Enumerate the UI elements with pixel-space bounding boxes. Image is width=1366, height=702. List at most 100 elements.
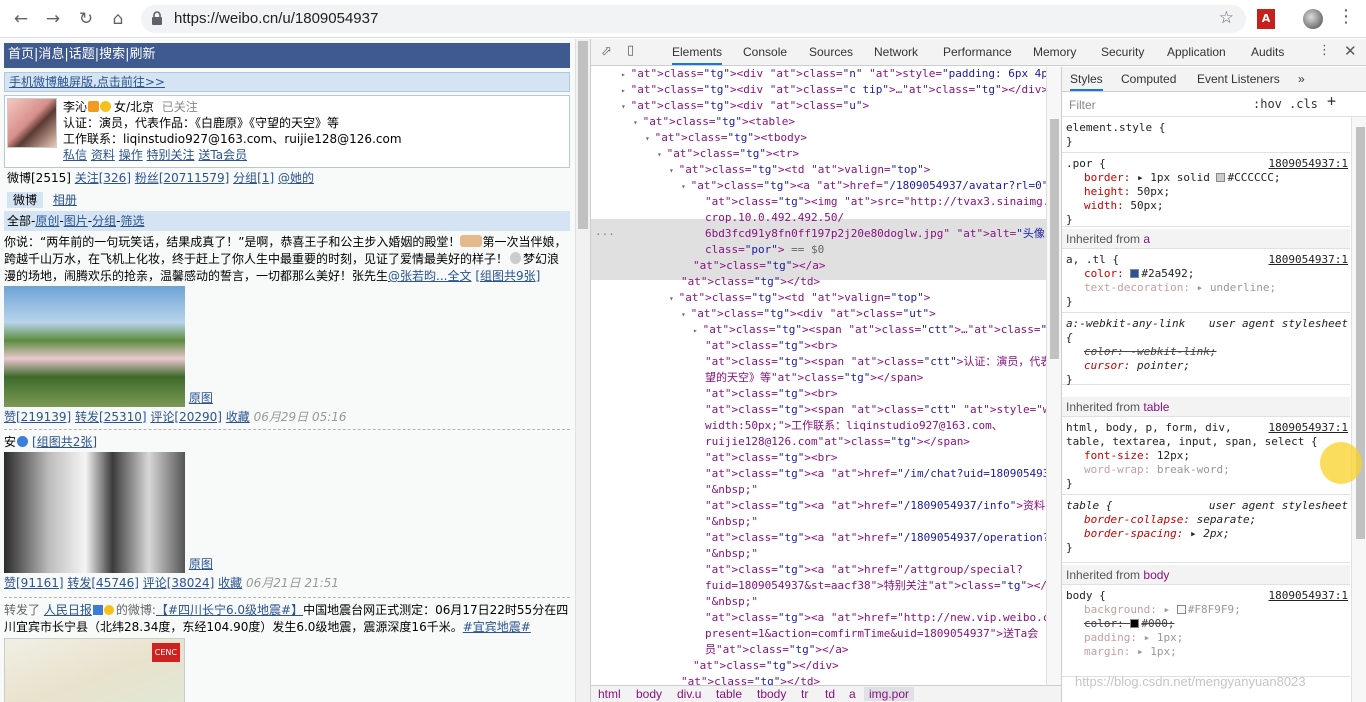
- filter-group[interactable]: 分组: [92, 214, 116, 228]
- device-toolbar-icon[interactable]: ▯: [627, 43, 634, 58]
- gift-vip-link[interactable]: 送Ta会员: [198, 148, 247, 162]
- dom-node-line[interactable]: "&nbsp;": [705, 514, 758, 530]
- tab-sources[interactable]: Sources: [809, 45, 853, 59]
- nav-links[interactable]: 首页|消息|话题|搜索|刷新: [8, 47, 156, 62]
- group-pics-link[interactable]: [组图共9张]: [475, 269, 540, 283]
- repost-link[interactable]: 转发[45746]: [67, 576, 139, 590]
- devtools-menu-icon[interactable]: ⋮: [1318, 43, 1331, 58]
- filter-input[interactable]: Filter: [1069, 98, 1096, 112]
- dom-node-line[interactable]: ▾ "at">class="tg"><table>: [633, 114, 795, 131]
- crumb-img-por[interactable]: img.por: [864, 687, 915, 701]
- filter-screen[interactable]: 筛选: [120, 214, 144, 228]
- expand-triangle-icon[interactable]: ▸: [693, 326, 703, 335]
- dom-node-line[interactable]: ▾ "at">class="tg"><div "at">class="u">: [621, 98, 869, 115]
- expand-triangle-icon[interactable]: ▾: [681, 310, 691, 319]
- color-swatch-icon[interactable]: [1176, 605, 1186, 614]
- crumb-td[interactable]: td: [825, 687, 835, 701]
- dom-node-line[interactable]: ▾ "at">class="tg"><a "at">href="/1809054…: [681, 178, 1046, 195]
- repost-link[interactable]: 转发[25310]: [75, 410, 147, 424]
- elements-scrollbar[interactable]: [1046, 67, 1061, 685]
- elements-scrollbar-thumb[interactable]: [1050, 119, 1059, 359]
- tab-console[interactable]: Console: [743, 45, 787, 59]
- dom-node-line[interactable]: ▾ "at">class="tg"><td "at">valign="top">: [669, 290, 930, 307]
- dom-node-line[interactable]: class="por"> == $0: [705, 242, 824, 258]
- favorite-link[interactable]: 收藏: [218, 576, 242, 590]
- crumb-table[interactable]: table: [716, 687, 742, 701]
- dom-node-line[interactable]: present=1&action=comfirmTime&uid=1809054…: [705, 626, 1038, 642]
- weibo-nav-bar[interactable]: 首页|消息|话题|搜索|刷新: [4, 43, 570, 68]
- dom-node-line[interactable]: "&nbsp;": [705, 482, 758, 498]
- cls-toggle[interactable]: .cls: [1289, 97, 1318, 111]
- node-options-icon[interactable]: ···: [595, 227, 615, 243]
- dom-node-line[interactable]: "at">class="tg"><a "at">href="/180905493…: [705, 498, 1046, 514]
- dom-node-line[interactable]: "at">class="tg"></div>: [693, 658, 839, 674]
- bookmark-star-icon[interactable]: ☆: [1219, 8, 1234, 28]
- group-count-link[interactable]: 分组[1]: [233, 171, 274, 185]
- expand-triangle-icon[interactable]: ▾: [621, 102, 631, 111]
- topic-link[interactable]: #宜宾地震#: [463, 620, 531, 634]
- styles-scrollbar-thumb[interactable]: [1356, 127, 1365, 539]
- tab-computed[interactable]: Computed: [1121, 72, 1176, 86]
- group-pics-link[interactable]: [组图共2张]: [32, 435, 97, 449]
- dom-node-line[interactable]: "at">class="tg"><a "at">href="http://new…: [705, 610, 1046, 626]
- styles-scrollbar[interactable]: [1351, 117, 1366, 702]
- tab-album[interactable]: 相册: [53, 193, 77, 207]
- expand-triangle-icon[interactable]: ▾: [669, 294, 679, 303]
- inherited-source[interactable]: table: [1143, 400, 1169, 414]
- expand-triangle-icon[interactable]: ▾: [633, 118, 643, 127]
- source-link[interactable]: 1809054937:1: [1269, 589, 1348, 603]
- fans-count-link[interactable]: 粉丝[20711579]: [135, 171, 229, 185]
- dom-node-line[interactable]: ▾ "at">class="tg"><td "at">valign="top">: [669, 162, 930, 179]
- dom-node-line[interactable]: "at">class="tg"><br>: [705, 386, 837, 402]
- dom-node-line[interactable]: crop.10.0.492.492.50/: [705, 210, 844, 226]
- filter-original[interactable]: 原创: [35, 214, 59, 228]
- pdf-extension-icon[interactable]: A: [1257, 9, 1275, 29]
- address-bar[interactable]: https://weibo.cn/u/1809054937 ☆: [141, 5, 1246, 33]
- source-user-link[interactable]: 人民日报: [44, 603, 92, 617]
- close-devtools-icon[interactable]: ✕: [1344, 42, 1357, 60]
- comment-link[interactable]: 评论[38024]: [143, 576, 215, 590]
- source-link[interactable]: 1809054937:1: [1269, 253, 1348, 267]
- comment-link[interactable]: 评论[20290]: [150, 410, 222, 424]
- follow-count-link[interactable]: 关注[326]: [75, 171, 131, 185]
- url-text[interactable]: https://weibo.cn/u/1809054937: [174, 10, 378, 27]
- dom-node-line[interactable]: "&nbsp;": [705, 546, 758, 562]
- hov-toggle[interactable]: :hov: [1253, 97, 1282, 111]
- dom-node-line[interactable]: ▸ "at">class="tg"><div "at">class="n" "a…: [621, 67, 1046, 83]
- tab-application[interactable]: Application: [1167, 45, 1226, 59]
- more-tabs-icon[interactable]: »: [1298, 72, 1305, 86]
- expand-triangle-icon[interactable]: ▾: [681, 182, 691, 191]
- dom-node-line[interactable]: "at">class="tg"></a>: [693, 258, 825, 274]
- at-her-link[interactable]: @她的: [278, 171, 314, 185]
- new-rule-icon[interactable]: +: [1327, 94, 1336, 109]
- dom-node-line[interactable]: ▾ "at">class="tg"><tbody>: [645, 130, 807, 147]
- dom-node-line[interactable]: "at">class="tg"><img "at">src="http://tv…: [705, 194, 1046, 210]
- tab-performance[interactable]: Performance: [943, 45, 1012, 59]
- home-icon[interactable]: ⌂: [107, 8, 129, 30]
- dom-node-line[interactable]: "at">class="tg"><br>: [705, 338, 837, 354]
- dom-node-line[interactable]: 望的天空》等"at">class="tg"></span>: [705, 370, 923, 386]
- full-text-link[interactable]: ...全文: [436, 269, 471, 283]
- mention-link[interactable]: @张若昀: [388, 269, 436, 283]
- dom-node-line[interactable]: ▾ "at">class="tg"><div "at">class="ut">: [681, 306, 936, 323]
- special-follow-link[interactable]: 特别关注: [147, 148, 195, 162]
- page-scrollbar[interactable]: [575, 39, 590, 702]
- tab-security[interactable]: Security: [1101, 45, 1144, 59]
- dom-node-line[interactable]: "at">class="tg"></td>: [681, 674, 820, 685]
- message-link[interactable]: 私信: [63, 148, 87, 162]
- original-image-link[interactable]: 原图: [189, 391, 213, 405]
- original-image-link[interactable]: 原图: [189, 557, 213, 571]
- reload-icon[interactable]: ↻: [75, 8, 97, 30]
- like-link[interactable]: 赞[91161]: [4, 576, 64, 590]
- dom-node-line[interactable]: "at">class="tg"></td>: [681, 274, 820, 290]
- touch-version-link[interactable]: 手机微博触屏版,点击前往>>: [9, 75, 165, 89]
- tab-memory[interactable]: Memory: [1033, 45, 1076, 59]
- tab-weibo[interactable]: 微博: [7, 192, 44, 208]
- expand-triangle-icon[interactable]: ▸: [621, 86, 631, 95]
- dom-node-line[interactable]: "&nbsp;": [705, 594, 758, 610]
- dom-node-line[interactable]: "at">class="tg"><br>: [705, 450, 837, 466]
- like-link[interactable]: 赞[219139]: [4, 410, 71, 424]
- source-link[interactable]: 1809054937:1: [1269, 157, 1348, 171]
- post-photo-wedding[interactable]: [4, 286, 185, 407]
- crumb-div-u[interactable]: div.u: [677, 687, 701, 701]
